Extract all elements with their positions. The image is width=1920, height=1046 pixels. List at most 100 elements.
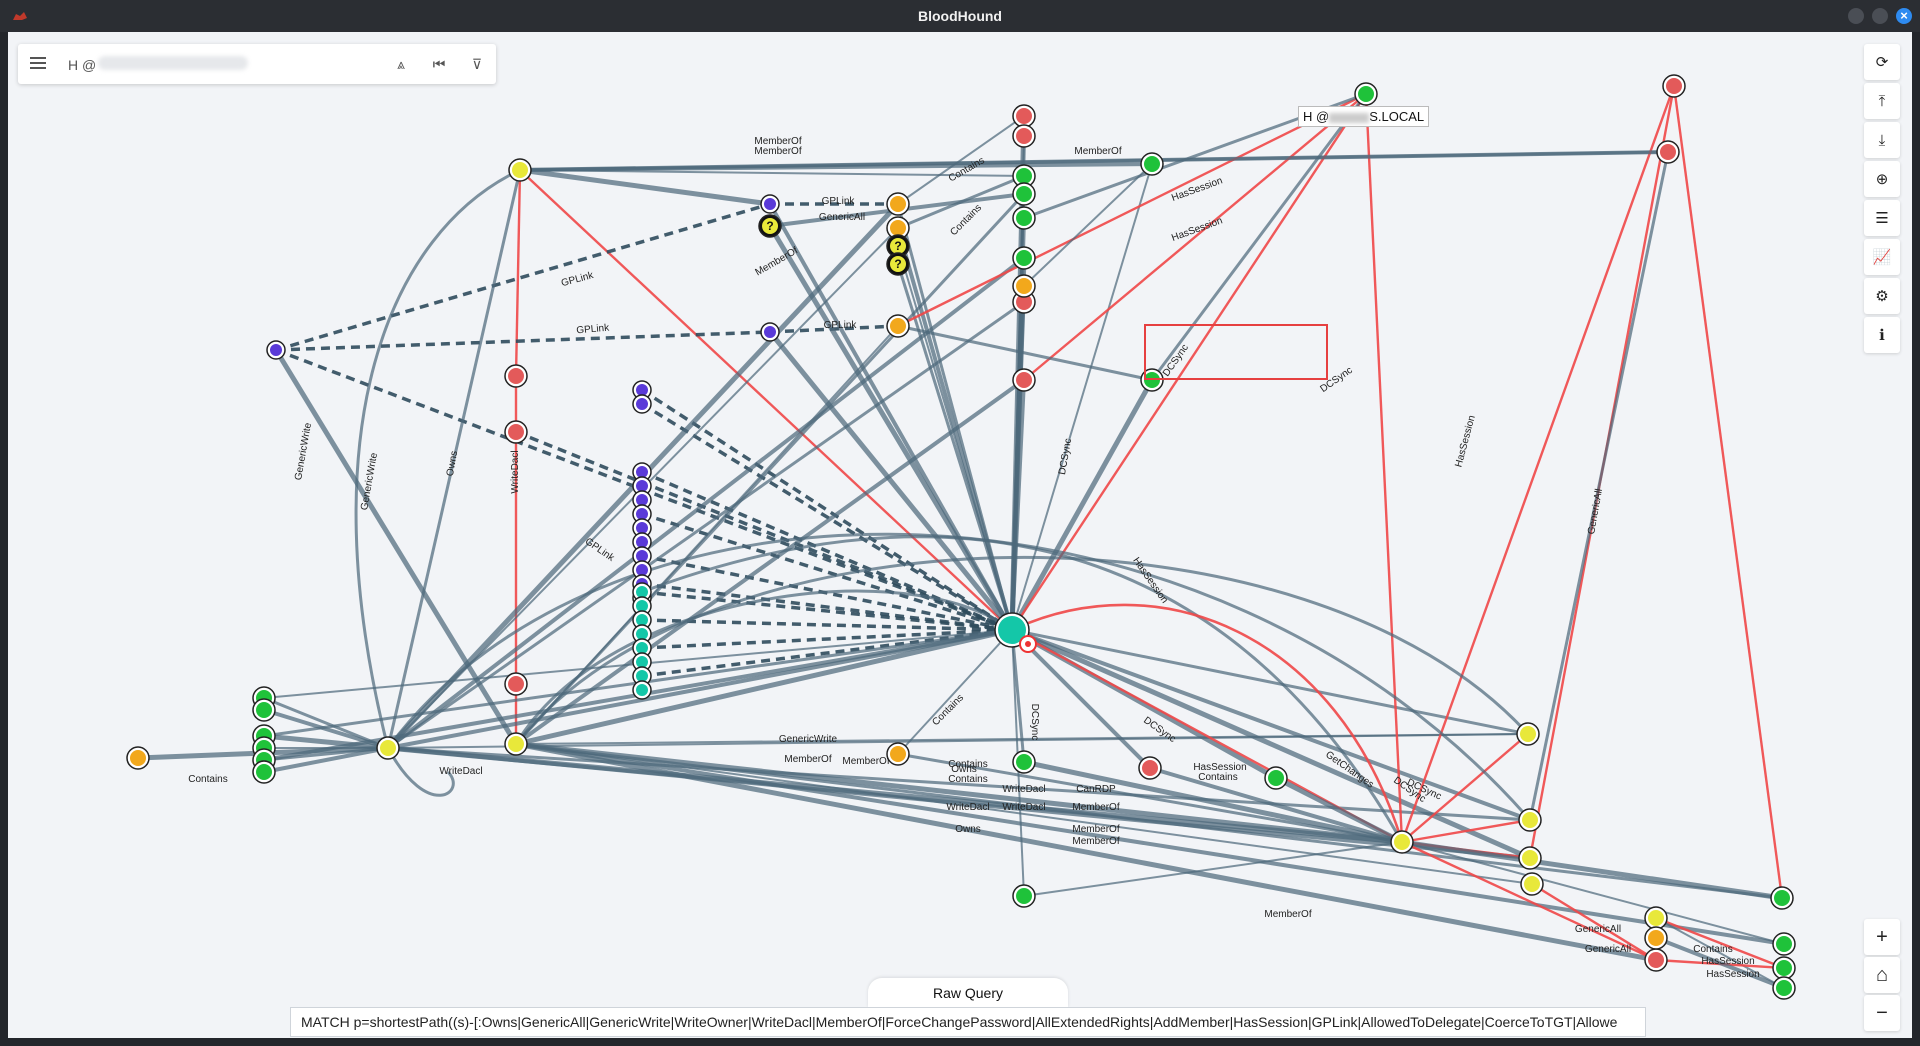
- refresh-icon[interactable]: ⟳: [1864, 44, 1900, 80]
- user-node[interactable]: [252, 760, 276, 784]
- right-toolbar: ⟳ ⤒ ⤓ ⊕ ☰ 📈 ⚙ ℹ: [1864, 44, 1900, 356]
- user-node[interactable]: [1140, 152, 1164, 176]
- computer-node[interactable]: [1012, 368, 1036, 392]
- unknown-node[interactable]: ?: [758, 214, 782, 238]
- group-node[interactable]: [504, 732, 528, 756]
- gpo-node[interactable]: [760, 194, 780, 214]
- pathfinding-icon[interactable]: ⩓: [392, 55, 410, 73]
- graph-edge[interactable]: [275, 330, 771, 352]
- edge-label: Contains: [1693, 944, 1732, 955]
- graph-edge[interactable]: [1401, 839, 1783, 901]
- settings-icon[interactable]: ⚙: [1864, 278, 1900, 314]
- ou-node[interactable]: [126, 746, 150, 770]
- graph-edge-curve[interactable]: [514, 556, 1530, 745]
- unknown-node[interactable]: ?: [886, 252, 910, 276]
- menu-icon[interactable]: [30, 56, 46, 70]
- group-node[interactable]: [1516, 722, 1540, 746]
- filter-icon[interactable]: ⊽: [468, 55, 486, 73]
- computer-node[interactable]: [1012, 104, 1036, 128]
- graph-edge[interactable]: [768, 330, 1014, 632]
- download-icon[interactable]: ⤓: [1864, 122, 1900, 158]
- user-node[interactable]: [1012, 182, 1036, 206]
- user-node[interactable]: [1012, 884, 1036, 908]
- raw-query-input[interactable]: MATCH p=shortestPath((s)-[:Owns|GenericA…: [290, 1007, 1646, 1037]
- edge-label: MemberOf: [1072, 802, 1119, 813]
- graph-edge[interactable]: [1672, 85, 1784, 899]
- minimize-button[interactable]: [1848, 8, 1864, 24]
- target-icon: [1019, 635, 1037, 653]
- group-node[interactable]: [376, 736, 400, 760]
- edge-label: WriteDacl: [1002, 802, 1045, 813]
- user-node[interactable]: [1772, 976, 1796, 1000]
- user-node[interactable]: [1772, 956, 1796, 980]
- group-node[interactable]: [1390, 830, 1414, 854]
- ou-node[interactable]: [1012, 274, 1036, 298]
- user-node[interactable]: [1772, 932, 1796, 956]
- upload-icon[interactable]: ⤒: [1864, 83, 1900, 119]
- group-node[interactable]: [1518, 846, 1542, 870]
- zoom-out-button[interactable]: −: [1864, 995, 1900, 1031]
- graph-edge[interactable]: [897, 115, 1025, 205]
- ou-node[interactable]: [886, 314, 910, 338]
- computer-node[interactable]: [1012, 124, 1036, 148]
- edge-label: Owns: [445, 450, 460, 477]
- computer-node[interactable]: [504, 420, 528, 444]
- edge-label: GenericWrite: [779, 734, 838, 745]
- gpo-node[interactable]: [760, 322, 780, 342]
- computer-node[interactable]: [504, 364, 528, 388]
- user-node[interactable]: [1770, 886, 1794, 910]
- edge-label: WriteDacl: [946, 802, 989, 813]
- zoom-in-button[interactable]: +: [1864, 919, 1900, 955]
- task-list-icon[interactable]: ☰: [1864, 200, 1900, 236]
- import-icon[interactable]: ⊕: [1864, 161, 1900, 197]
- group-node[interactable]: [1518, 808, 1542, 832]
- graph-edge[interactable]: [1528, 151, 1670, 821]
- graph-edge[interactable]: [519, 167, 771, 207]
- chart-icon[interactable]: 📈: [1864, 239, 1900, 275]
- node-hover-label: H @ S.LOCAL: [1298, 106, 1430, 127]
- edge-label: Contains: [947, 155, 987, 184]
- ou-node[interactable]: [886, 192, 910, 216]
- edge-label: HasSession: [1453, 414, 1477, 468]
- graph-edge[interactable]: [275, 202, 771, 352]
- computer-node[interactable]: [504, 672, 528, 696]
- group-node[interactable]: [1520, 872, 1544, 896]
- edge-label: MemberOf: [1264, 909, 1311, 920]
- gpo-node[interactable]: [266, 340, 286, 360]
- computer-node[interactable]: [1138, 756, 1162, 780]
- user-node[interactable]: [1012, 750, 1036, 774]
- graph-edge[interactable]: [1401, 818, 1531, 844]
- svg-text:?: ?: [894, 239, 901, 253]
- computer-node[interactable]: [1644, 948, 1668, 972]
- graph-edge-curve[interactable]: [354, 168, 521, 749]
- back-icon[interactable]: ⏮: [430, 55, 448, 73]
- graph-svg[interactable]: MemberOfMemberOfGPLinkGenericAllGPLinkGP…: [8, 32, 1912, 1038]
- gpo-node[interactable]: [632, 394, 652, 414]
- domain-node[interactable]: [632, 680, 652, 700]
- ou-node[interactable]: [886, 742, 910, 766]
- edge-label: GenericAll: [819, 212, 865, 223]
- graph-edge[interactable]: [1009, 378, 1155, 632]
- graph-edge[interactable]: [1011, 628, 1529, 736]
- graph-canvas[interactable]: MemberOf MemberOf GPLink GenericAll GPLink GP…: [8, 32, 1912, 1038]
- ou-node[interactable]: [1644, 926, 1668, 950]
- edge-label: WriteDacl: [510, 450, 521, 493]
- raw-query-tab[interactable]: Raw Query: [868, 978, 1068, 1008]
- user-node[interactable]: [1012, 246, 1036, 270]
- group-node[interactable]: [1644, 906, 1668, 930]
- info-icon[interactable]: ℹ: [1864, 317, 1900, 353]
- user-node[interactable]: [1354, 82, 1378, 106]
- close-button[interactable]: ×: [1896, 8, 1912, 24]
- group-node[interactable]: [508, 158, 532, 182]
- computer-node[interactable]: [1662, 74, 1686, 98]
- user-node[interactable]: [1012, 206, 1036, 230]
- redacted-text: [1329, 112, 1370, 123]
- user-node[interactable]: [252, 698, 276, 722]
- computer-node[interactable]: [1656, 140, 1680, 164]
- edge-label: WriteDacl: [439, 766, 482, 777]
- maximize-button[interactable]: [1872, 8, 1888, 24]
- user-node[interactable]: [1264, 766, 1288, 790]
- graph-edge[interactable]: [1364, 93, 1404, 843]
- graph-edge[interactable]: [514, 169, 522, 377]
- home-button[interactable]: ⌂: [1864, 957, 1900, 993]
